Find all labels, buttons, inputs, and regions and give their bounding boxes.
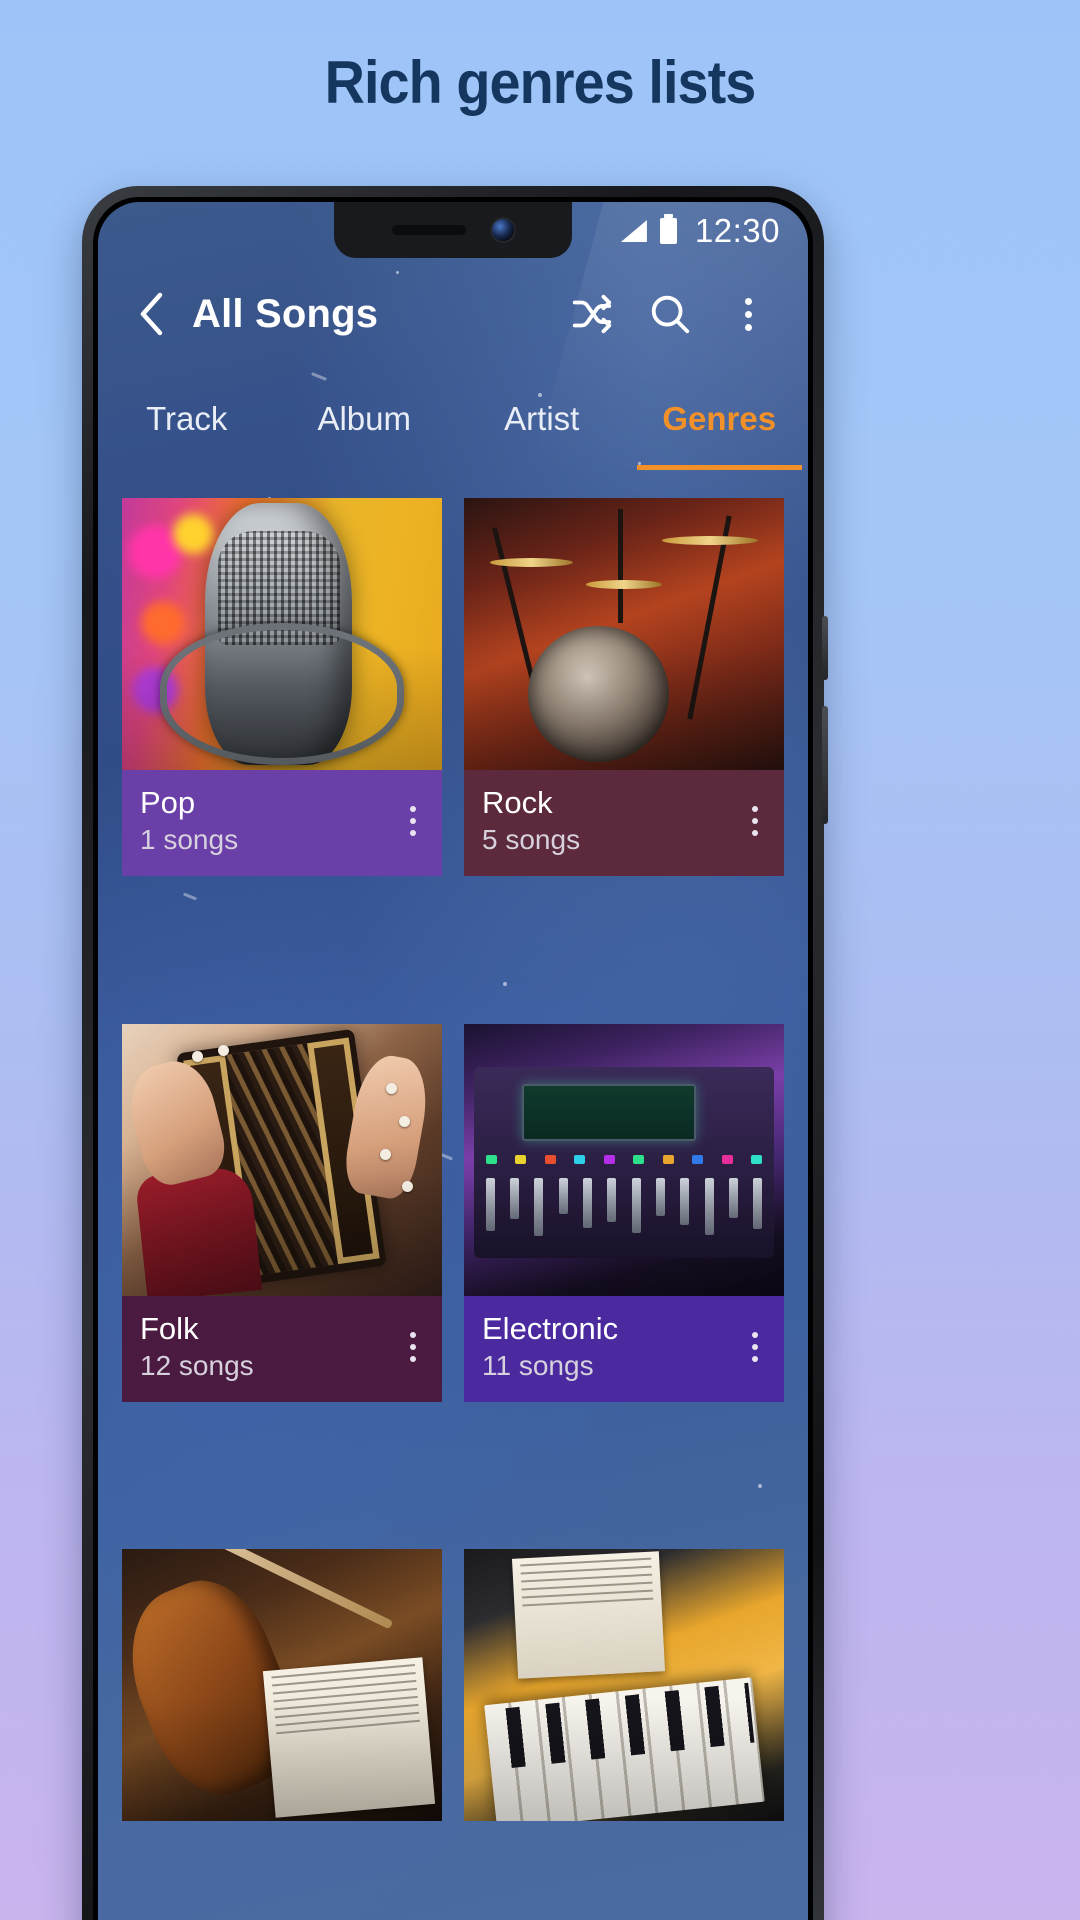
phone-bezel: 12:30 All Songs Track Album Artist Genre… (93, 197, 813, 1920)
status-bar-clock: 12:30 (694, 212, 780, 249)
overflow-menu-icon[interactable] (746, 800, 764, 842)
genre-count: 12 songs (140, 1349, 254, 1381)
front-camera-icon (492, 219, 514, 241)
page-title: Rich genres lists (324, 49, 757, 116)
signal-icon (620, 220, 647, 242)
genre-name: Pop (140, 785, 196, 820)
genre-name: Rock (482, 785, 553, 820)
back-chevron-icon[interactable] (122, 290, 182, 338)
app-bar-title: All Songs (192, 291, 379, 336)
battery-icon (659, 214, 677, 244)
earpiece-speaker-icon (392, 225, 466, 235)
genre-count: 5 songs (482, 824, 581, 856)
genre-name: Electronic (482, 1310, 619, 1346)
tab-artist[interactable]: Artist (453, 368, 631, 470)
genre-artwork-violin (122, 1549, 442, 1822)
genre-card-piano[interactable] (464, 1549, 784, 1920)
genre-card-pop[interactable]: Pop 1 songs (122, 498, 442, 990)
phone-screen: 12:30 All Songs Track Album Artist Genre… (98, 202, 808, 1920)
genre-card-rock[interactable]: Rock 5 songs (464, 498, 784, 990)
genre-meta: Rock 5 songs (464, 770, 784, 876)
genre-count: 1 songs (140, 824, 239, 856)
tab-track[interactable]: Track (98, 368, 276, 470)
overflow-menu-icon[interactable] (746, 1326, 764, 1368)
genre-artwork-drum-kit (464, 498, 784, 770)
phone-power-button (822, 706, 828, 824)
genre-grid: Pop 1 songs Rock 5 songs Folk 12 songs E… (98, 470, 808, 1920)
tab-bar: Track Album Artist Genres (98, 368, 808, 470)
overflow-menu-icon[interactable] (714, 280, 782, 348)
genre-meta: Electronic 11 songs (464, 1295, 784, 1402)
app-bar-actions (558, 280, 808, 348)
search-icon[interactable] (636, 280, 704, 348)
genre-artwork-piano (464, 1549, 784, 1822)
genre-artwork-microphone (122, 498, 442, 770)
app-bar: All Songs (98, 260, 808, 368)
phone-mockup: 12:30 All Songs Track Album Artist Genre… (82, 186, 828, 1920)
genre-name: Folk (140, 1310, 199, 1346)
overflow-menu-icon[interactable] (404, 800, 422, 842)
genre-count: 11 songs (482, 1349, 594, 1381)
tab-genres[interactable]: Genres (631, 368, 809, 470)
genre-artwork-mixing-desk (464, 1023, 784, 1296)
genre-meta: Pop 1 songs (122, 770, 442, 876)
phone-notch (334, 202, 572, 258)
genre-meta: Folk 12 songs (122, 1295, 442, 1402)
genre-card-violin[interactable] (122, 1549, 442, 1920)
genre-artwork-accordion (122, 1023, 442, 1296)
shuffle-icon[interactable] (558, 280, 626, 348)
overflow-menu-icon[interactable] (404, 1326, 422, 1368)
genre-card-electronic[interactable]: Electronic 11 songs (464, 1023, 784, 1516)
genre-card-folk[interactable]: Folk 12 songs (122, 1023, 442, 1516)
tab-album[interactable]: Album (276, 368, 454, 470)
phone-volume-button (822, 616, 828, 680)
